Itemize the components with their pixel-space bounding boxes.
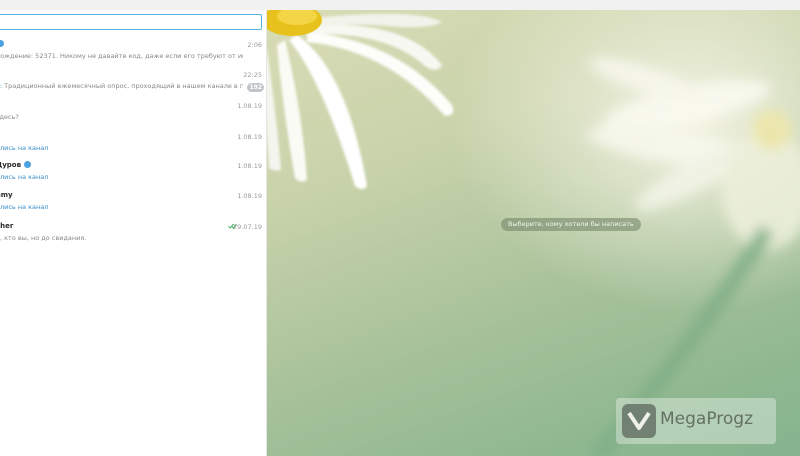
- chat-preview: е, кто вы, но до свидания.: [0, 234, 87, 242]
- chat-time: 1.08.19: [237, 162, 262, 170]
- preview-text: Традиционный ежемесячный опрос, проходящ…: [4, 82, 243, 90]
- chat-preview: здесь?: [0, 113, 19, 121]
- window-top-strip: [0, 0, 800, 10]
- chat-preview: я: Традиционный ежемесячный опрос, прохо…: [0, 82, 243, 90]
- verified-icon: [24, 161, 32, 168]
- chat-item-4[interactable]: 1.08.19 ались на канал: [0, 132, 266, 162]
- chat-item-7[interactable]: cher 29.07.19 е, кто вы, но до свидания.: [0, 222, 266, 252]
- search-input[interactable]: [0, 14, 262, 30]
- chat-item-6[interactable]: emy 1.08.19 ались на канал: [0, 191, 266, 221]
- chat-name: emy: [0, 191, 13, 199]
- chat-time: 29.07.19: [233, 223, 262, 231]
- megaprogz-logo-icon: [622, 404, 656, 438]
- chat-preview: рождение: 52371. Никому не давайте код, …: [0, 52, 243, 60]
- watermark-text: MegaProgz: [660, 409, 754, 429]
- chat-placeholder-panel: Выберите, кому хотели бы написать: [267, 10, 800, 456]
- chat-item-3[interactable]: 1.08.19 здесь?: [0, 101, 266, 131]
- chat-list-sidebar: 2:06 рождение: 52371. Никому не давайте …: [0, 10, 267, 456]
- watermark: MegaProgz: [616, 398, 776, 444]
- chat-item-channel[interactable]: 22:25 я: Традиционный ежемесячный опрос,…: [0, 70, 266, 100]
- select-chat-hint: Выберите, кому хотели бы написать: [501, 218, 641, 231]
- unread-badge: 192: [247, 83, 264, 92]
- chat-preview: ались на канал: [0, 144, 49, 152]
- chat-time: 1.08.19: [237, 192, 262, 200]
- chat-time: 2:06: [247, 41, 262, 49]
- verified-icon: [0, 40, 4, 47]
- chat-name: [0, 40, 4, 48]
- chat-time: 1.08.19: [237, 102, 262, 110]
- daisy-wallpaper: [267, 10, 800, 456]
- chat-time: 22:25: [243, 71, 262, 79]
- chat-name: cher: [0, 222, 14, 230]
- chat-time: 1.08.19: [237, 133, 262, 141]
- chat-name: Дуров: [0, 161, 32, 169]
- chat-item-durov[interactable]: Дуров 1.08.19 ались на канал: [0, 161, 266, 191]
- chat-preview: ались на канал: [0, 203, 49, 211]
- chat-item-telegram[interactable]: 2:06 рождение: 52371. Никому не давайте …: [0, 40, 266, 70]
- chat-preview: ались на канал: [0, 173, 49, 181]
